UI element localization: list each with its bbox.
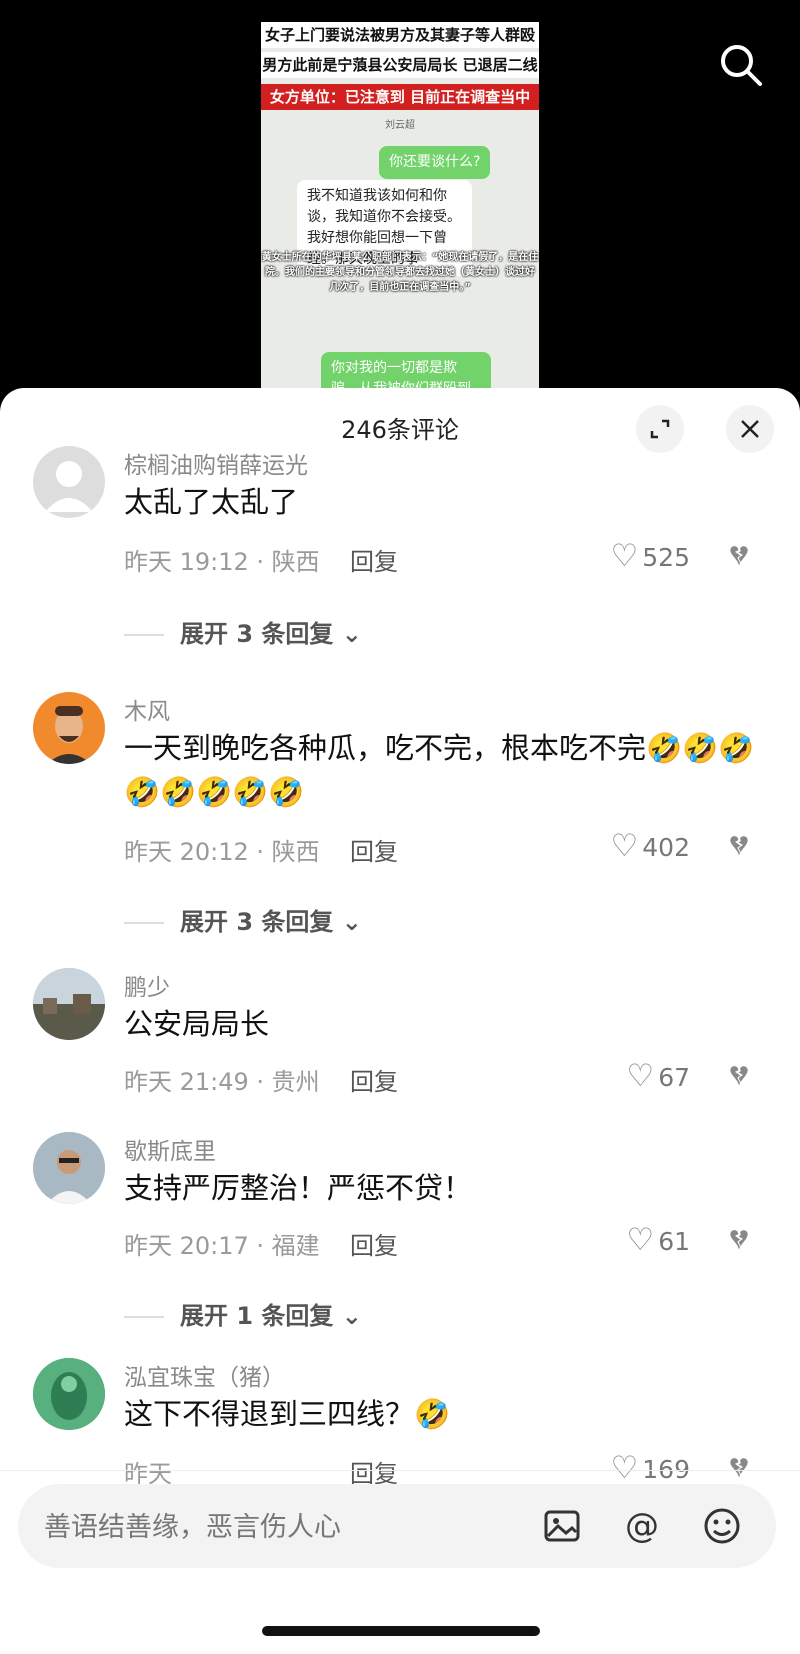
close-icon[interactable]	[726, 405, 774, 453]
divider-line	[124, 1316, 164, 1318]
mention-icon[interactable]: @	[618, 1502, 666, 1550]
video-area[interactable]: 女子上门要说法被男方及其妻子等人群殴 男方此前是宁蒗县公安局局长 已退居二线 女…	[0, 0, 800, 400]
image-icon[interactable]	[538, 1502, 586, 1550]
like-button[interactable]: ♡ 61	[626, 1222, 690, 1258]
comment-username[interactable]: 木风	[124, 692, 170, 726]
video-notice-overlay: 黄女士所在的华坪县某公职部门表示：“她现在请假了，是在住院。我们的主要领导和分管…	[261, 252, 539, 293]
heart-icon: ♡	[610, 1450, 639, 1486]
expand-replies-label: 展开 3 条回复	[180, 620, 334, 648]
expand-replies-label: 展开 1 条回复	[180, 1302, 334, 1330]
expand-icon[interactable]	[636, 405, 684, 453]
dislike-icon[interactable]: 💔︎	[730, 538, 748, 573]
comment-time-location: 昨天 20:17 · 福建	[124, 1232, 320, 1260]
avatar[interactable]	[33, 1358, 105, 1430]
video-thumbnail[interactable]: 女子上门要说法被男方及其妻子等人群殴 男方此前是宁蒗县公安局局长 已退居二线 女…	[261, 22, 539, 400]
comments-sheet: 246条评论 棕榈油购销薛运光 太乱了太乱了 昨天 19:12 · 陕西 回复 …	[0, 388, 800, 1654]
comment-text: 支持严厉整治！严惩不贷！	[124, 1171, 473, 1205]
comment-username[interactable]: 泓宜珠宝（猪）	[124, 1358, 285, 1392]
divider-line	[124, 634, 164, 636]
avatar[interactable]	[33, 692, 105, 764]
reply-button[interactable]: 回复	[350, 1226, 398, 1261]
divider-line	[124, 922, 164, 924]
comment-text: 这下不得退到三四线？🤣	[124, 1397, 451, 1431]
like-count: 402	[642, 833, 690, 862]
heart-icon: ♡	[626, 1058, 655, 1094]
reply-button[interactable]: 回复	[350, 832, 398, 867]
like-button[interactable]: ♡ 402	[610, 828, 690, 864]
comment-username[interactable]: 鹏少	[124, 968, 170, 1002]
comment-username[interactable]: 歇斯底里	[124, 1132, 216, 1166]
expand-replies-button[interactable]: 展开 3 条回复 ⌄	[124, 902, 362, 937]
input-divider	[0, 1470, 800, 1471]
dislike-icon[interactable]: 💔︎	[730, 1450, 748, 1485]
heart-icon: ♡	[626, 1222, 655, 1258]
home-indicator	[262, 1626, 540, 1636]
chat-contact-name: 刘云超	[385, 120, 415, 131]
like-count: 61	[658, 1227, 690, 1256]
comment-time-location: 昨天 20:12 · 陕西	[124, 838, 320, 866]
avatar[interactable]	[33, 968, 105, 1040]
video-caption-1: 女子上门要说法被男方及其妻子等人群殴	[261, 22, 539, 48]
reply-button[interactable]: 回复	[350, 542, 398, 577]
expand-replies-label: 展开 3 条回复	[180, 908, 334, 936]
dislike-icon[interactable]: 💔︎	[730, 1222, 748, 1257]
comment-time-location: 昨天 21:49 · 贵州	[124, 1068, 320, 1096]
comment-username[interactable]: 棕榈油购销薛运光	[124, 446, 308, 480]
search-icon[interactable]	[716, 42, 766, 92]
heart-icon: ♡	[610, 538, 639, 574]
expand-replies-button[interactable]: 展开 3 条回复 ⌄	[124, 614, 362, 649]
comment-input[interactable]	[42, 1502, 466, 1552]
expand-replies-button[interactable]: 展开 1 条回复 ⌄	[124, 1296, 362, 1331]
reply-button[interactable]: 回复	[350, 1062, 398, 1097]
comment-time-location: 昨天 19:12 · 陕西	[124, 548, 320, 576]
comment-text: 一天到晚吃各种瓜，吃不完，根本吃不完🤣🤣🤣🤣🤣🤣🤣🤣	[124, 731, 755, 809]
like-button[interactable]: ♡ 169	[610, 1450, 690, 1486]
dislike-icon[interactable]: 💔︎	[730, 828, 748, 863]
emoji-icon[interactable]	[698, 1502, 746, 1550]
chat-bubble-green: 你还要谈什么?	[379, 146, 491, 179]
comment-input-bar[interactable]: @	[18, 1484, 776, 1568]
comment-text: 太乱了太乱了	[124, 485, 299, 519]
video-caption-2: 男方此前是宁蒗县公安局局长 已退居二线	[261, 52, 539, 78]
comment-text: 公安局局长	[124, 1007, 270, 1041]
avatar[interactable]	[33, 1132, 105, 1204]
avatar[interactable]	[33, 446, 105, 518]
like-count: 525	[642, 543, 690, 572]
like-button[interactable]: ♡ 525	[610, 538, 690, 574]
dislike-icon[interactable]: 💔︎	[730, 1058, 748, 1093]
like-button[interactable]: ♡ 67	[626, 1058, 690, 1094]
heart-icon: ♡	[610, 828, 639, 864]
video-caption-3: 女方单位：已注意到 目前正在调查当中	[261, 84, 539, 110]
like-count: 67	[658, 1063, 690, 1092]
